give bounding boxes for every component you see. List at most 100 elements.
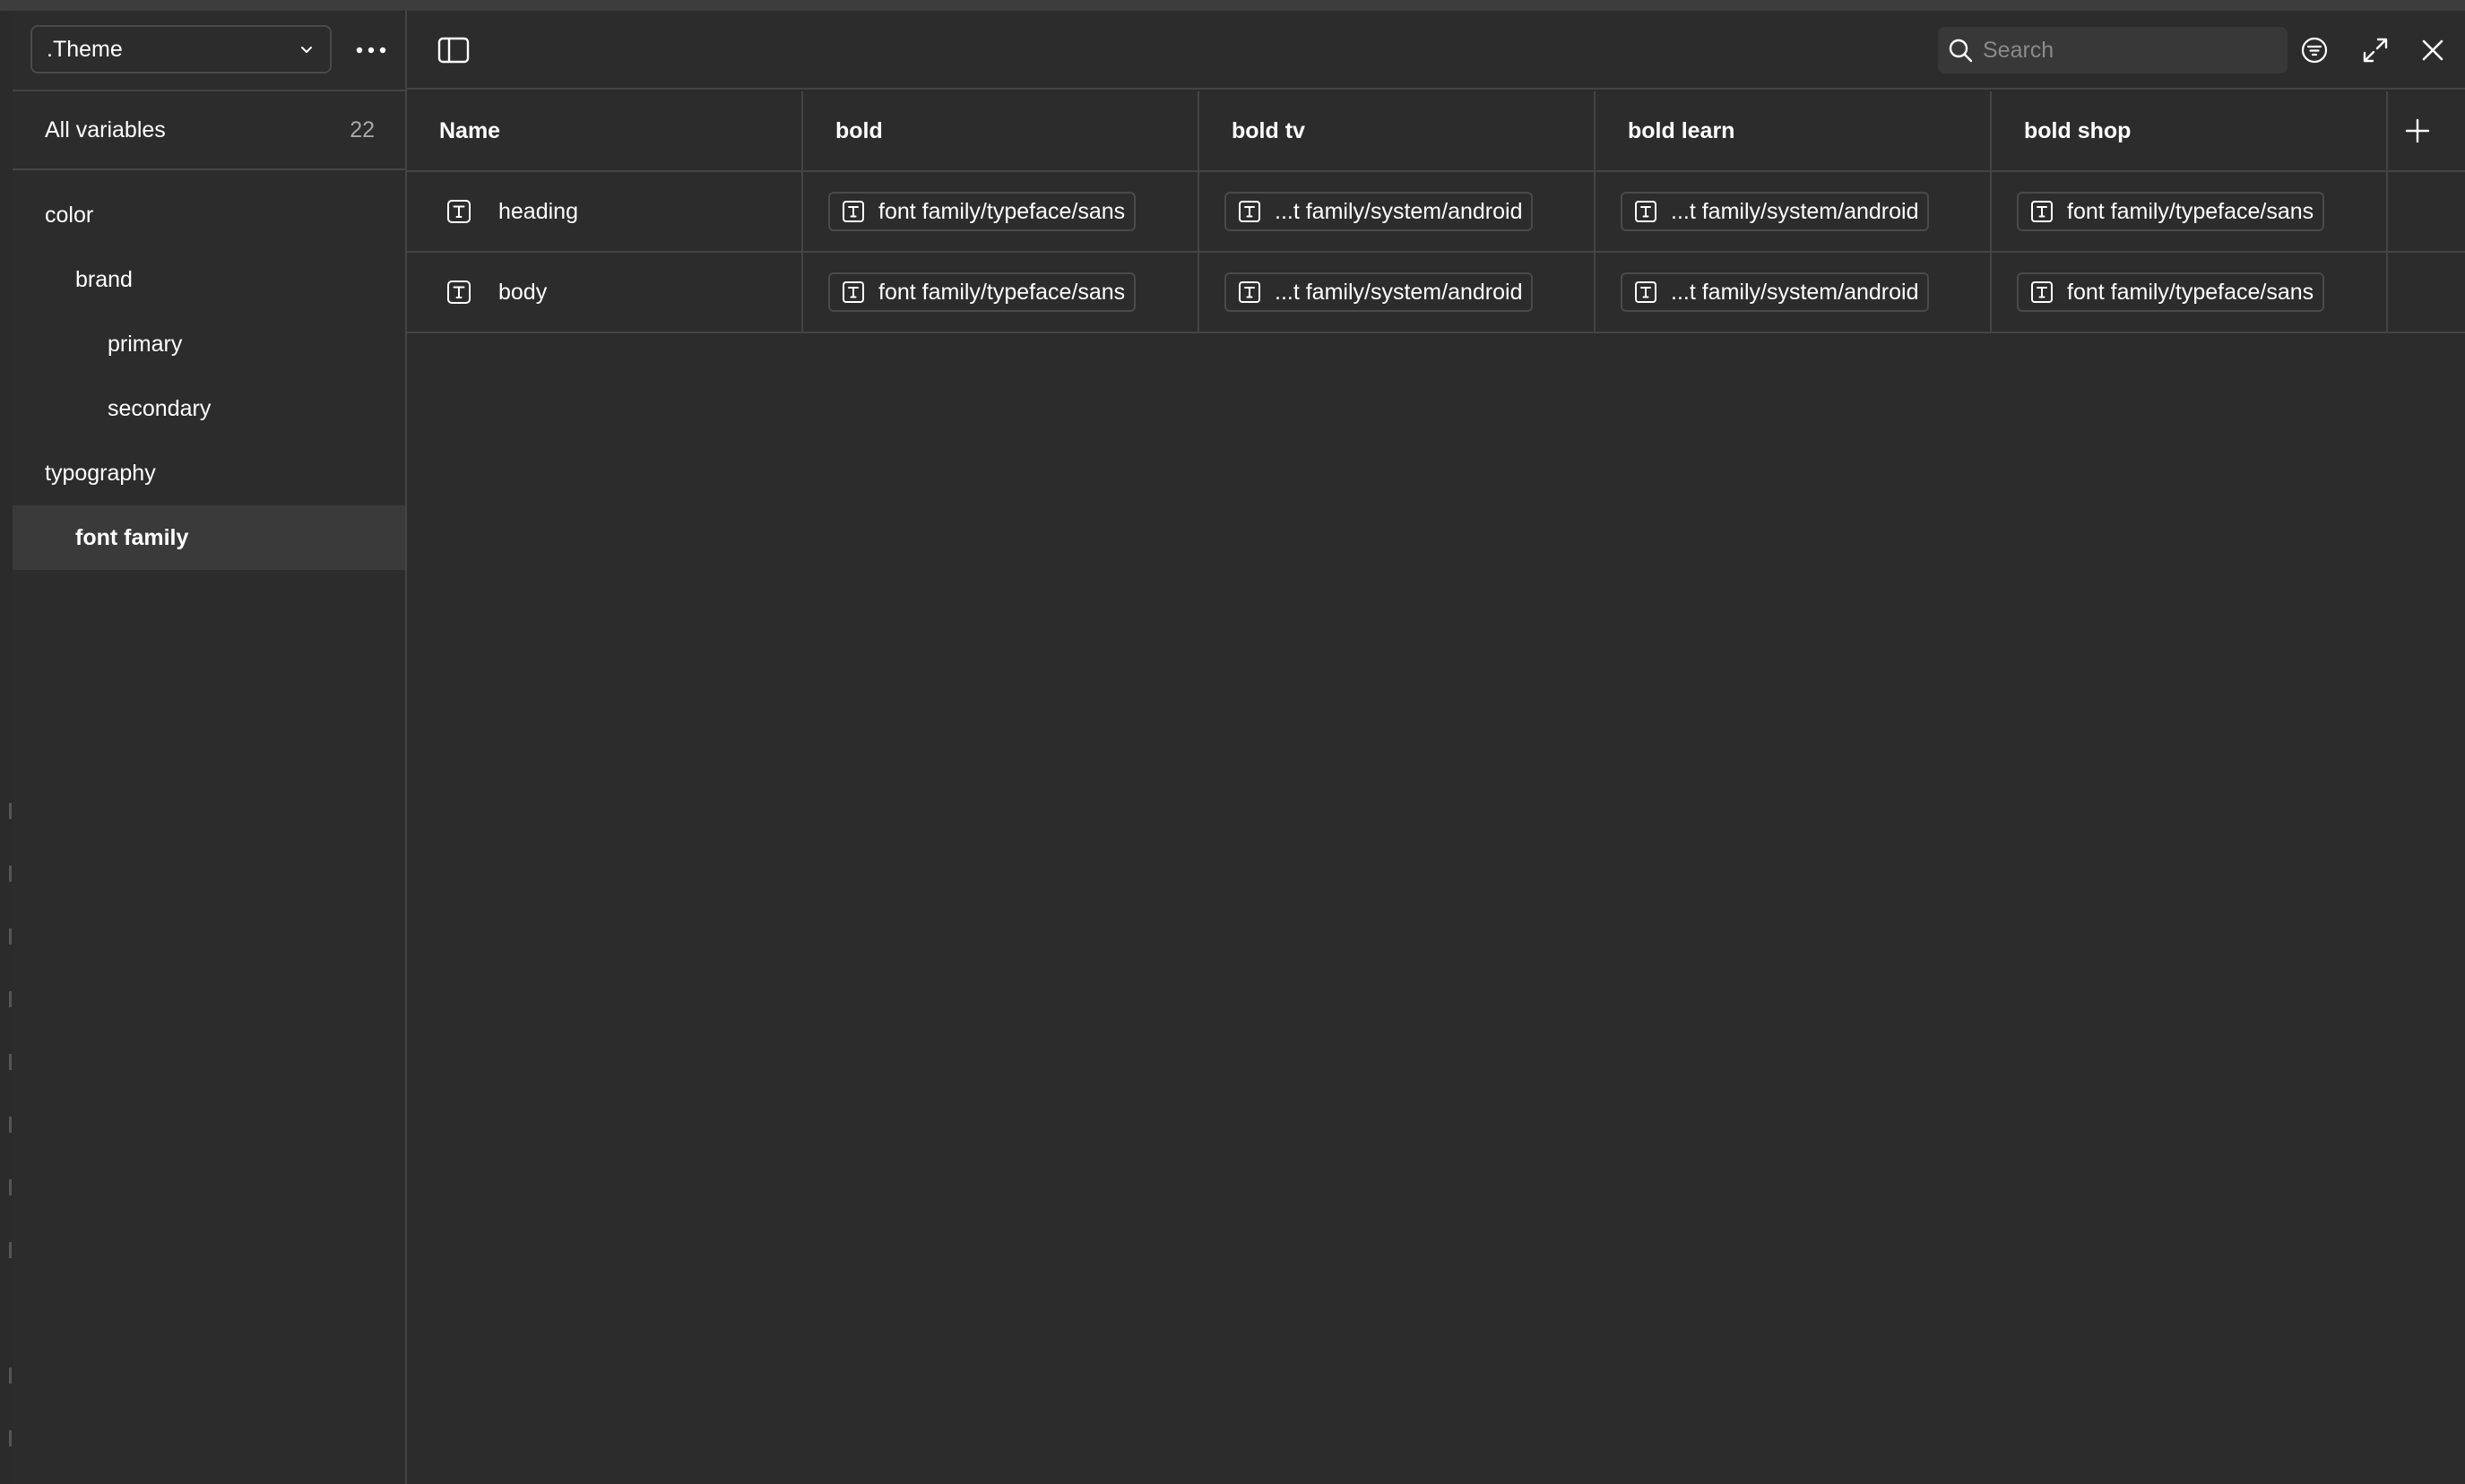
left-edge-strip (0, 11, 13, 1484)
all-variables-item[interactable]: All variables 22 (13, 90, 407, 170)
alias-label: ...t family/system/android (1671, 279, 1919, 305)
column-header-label: bold (835, 117, 883, 143)
text-type-icon (1635, 281, 1656, 303)
empty-cell (2388, 172, 2447, 251)
alias-label: font family/typeface/sans (2067, 279, 2314, 305)
expand-icon (2363, 38, 2388, 63)
chevron-down-icon (301, 47, 312, 53)
edge-tick (9, 991, 12, 1007)
group-tree: color brand primary secondary typography… (13, 183, 405, 570)
group-item-brand[interactable]: brand (13, 247, 405, 312)
variable-value-cell: font family/typeface/sans (1992, 172, 2388, 251)
alias-pill[interactable]: ...t family/system/android (1621, 192, 1930, 231)
variables-panel: .Theme All variables 22 color brand prim… (13, 11, 2465, 1484)
column-header-mode[interactable]: bold tv (1199, 91, 1596, 170)
alias-label: font family/typeface/sans (878, 279, 1126, 305)
variable-value-cell: ...t family/system/android (1199, 253, 1596, 332)
group-item-typography[interactable]: typography (13, 441, 405, 505)
alias-pill[interactable]: ...t family/system/android (1621, 272, 1930, 312)
plus-icon (2405, 118, 2430, 143)
variables-main: Name bold bold tv bold learn bold shop (407, 11, 2465, 1484)
alias-pill[interactable]: font family/typeface/sans (2017, 192, 2325, 231)
group-label: color (45, 202, 94, 228)
group-item-font-family[interactable]: font family (13, 505, 405, 570)
variable-value-cell: ...t family/system/android (1596, 172, 1992, 251)
group-label: typography (45, 460, 156, 486)
alias-label: font family/typeface/sans (878, 198, 1126, 224)
close-button[interactable] (2415, 32, 2451, 68)
edge-tick (9, 1368, 12, 1384)
alias-pill[interactable]: ...t family/system/android (1224, 272, 1534, 312)
text-type-icon (447, 200, 471, 223)
text-type-icon (1635, 201, 1656, 222)
column-header-mode[interactable]: bold shop (1992, 91, 2388, 170)
all-variables-count: 22 (350, 116, 375, 142)
variables-table: Name bold bold tv bold learn bold shop h… (407, 91, 2465, 333)
group-label: primary (108, 331, 183, 357)
variable-value-cell: ...t family/system/android (1199, 172, 1596, 251)
variable-name: body (498, 279, 548, 305)
alias-pill[interactable]: ...t family/system/android (1224, 192, 1534, 231)
text-type-icon (447, 280, 471, 304)
text-type-icon (1239, 281, 1260, 303)
group-label: font family (75, 524, 189, 550)
edge-tick (9, 1242, 12, 1258)
column-header-name[interactable]: Name (407, 91, 803, 170)
alias-pill[interactable]: font family/typeface/sans (828, 272, 1137, 312)
alias-label: ...t family/system/android (1275, 279, 1523, 305)
sidebar-header: .Theme (13, 11, 407, 90)
variable-value-cell: font family/typeface/sans (803, 172, 1199, 251)
all-variables-label: All variables (45, 116, 166, 142)
alias-pill[interactable]: font family/typeface/sans (828, 192, 1137, 231)
variable-value-cell: font family/typeface/sans (1992, 253, 2388, 332)
group-label: brand (75, 266, 133, 292)
column-header-label: bold shop (2024, 117, 2132, 143)
search-icon (1949, 39, 1973, 63)
alias-label: font family/typeface/sans (2067, 198, 2314, 224)
toggle-sidebar-button[interactable] (436, 32, 471, 68)
search-box[interactable] (1938, 27, 2288, 73)
alias-label: ...t family/system/android (1671, 198, 1919, 224)
collection-select-label: .Theme (47, 36, 123, 62)
more-options-button[interactable] (351, 30, 391, 70)
edge-tick (9, 928, 12, 945)
edge-tick (9, 803, 12, 819)
toolbar (407, 11, 2465, 90)
column-header-label: bold learn (1628, 117, 1735, 143)
expand-button[interactable] (2357, 32, 2393, 68)
collections-sidebar: .Theme All variables 22 color brand prim… (13, 11, 407, 1484)
variable-name-cell[interactable]: heading (407, 172, 803, 251)
alias-label: ...t family/system/android (1275, 198, 1523, 224)
edge-tick (9, 1054, 12, 1070)
text-type-icon (1239, 201, 1260, 222)
table-row: body font family/typeface/sans ...t fami… (407, 253, 2465, 333)
search-input[interactable] (1983, 37, 2252, 64)
collection-select[interactable]: .Theme (30, 25, 332, 73)
variable-name: heading (498, 198, 578, 224)
column-header-mode[interactable]: bold learn (1596, 91, 1992, 170)
text-type-icon (843, 281, 864, 303)
more-horizontal-icon (356, 47, 386, 54)
group-label: secondary (108, 395, 212, 421)
close-icon (2422, 39, 2443, 61)
column-header-mode[interactable]: bold (803, 91, 1199, 170)
sidebar-toggle-icon (437, 37, 470, 64)
alias-pill[interactable]: font family/typeface/sans (2017, 272, 2325, 312)
variable-value-cell: font family/typeface/sans (803, 253, 1199, 332)
column-header-label: bold tv (1232, 117, 1305, 143)
text-type-icon (843, 201, 864, 222)
filter-icon (2301, 37, 2328, 64)
add-mode-button[interactable] (2388, 91, 2447, 170)
edge-tick (9, 1179, 12, 1195)
variable-value-cell: ...t family/system/android (1596, 253, 1992, 332)
filter-button[interactable] (2296, 32, 2332, 68)
group-item-secondary[interactable]: secondary (13, 376, 405, 441)
group-item-color[interactable]: color (13, 183, 405, 247)
table-row: heading font family/typeface/sans ...t f… (407, 172, 2465, 253)
edge-tick (9, 1117, 12, 1133)
text-type-icon (2031, 201, 2053, 222)
variable-name-cell[interactable]: body (407, 253, 803, 332)
edge-tick (9, 866, 12, 882)
column-header-label: Name (439, 117, 501, 143)
group-item-primary[interactable]: primary (13, 312, 405, 376)
